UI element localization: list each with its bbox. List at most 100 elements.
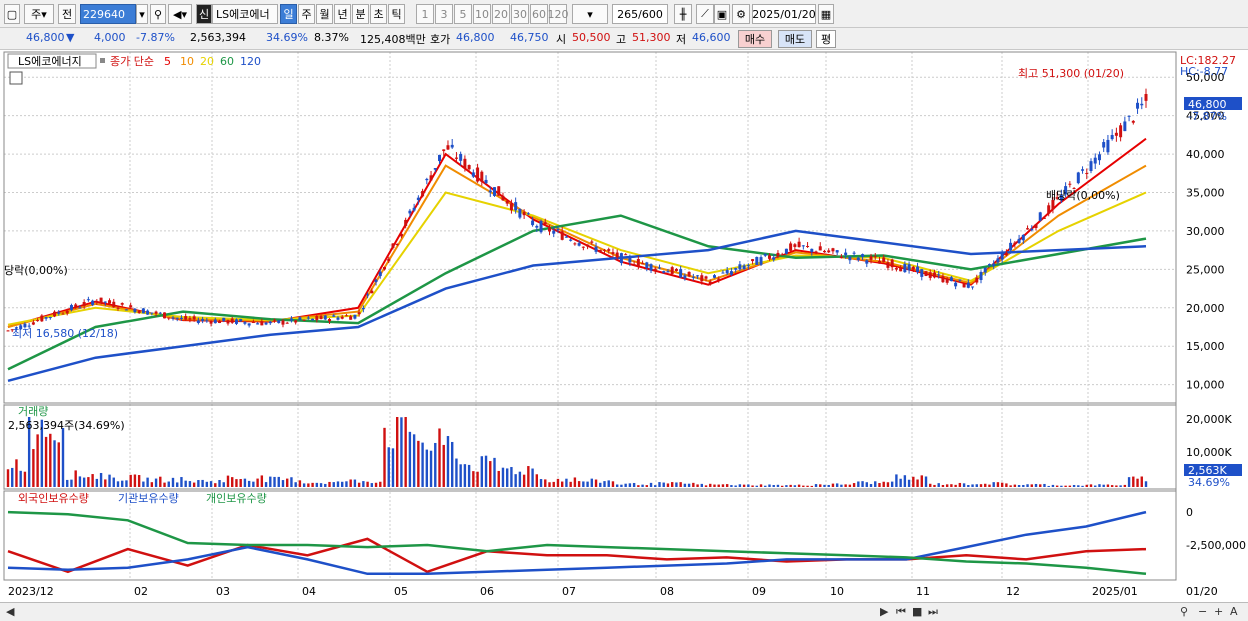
holdings-line-0 — [7, 537, 1147, 574]
period-select[interactable]: 주 ▾ — [24, 4, 54, 24]
zoom-icon[interactable]: ⚲ — [1180, 605, 1188, 618]
scroll-bar[interactable]: ◀ ▶ ⏮ ■ ⏭ ⚲ − + A — [0, 602, 1248, 621]
candle-body — [243, 322, 247, 324]
legend-close-label: 종가 단순 — [110, 55, 154, 68]
volume-bar — [1132, 476, 1135, 487]
minus-icon[interactable]: − — [1198, 605, 1207, 618]
stop-icon[interactable]: ■ — [912, 605, 922, 618]
candle-body — [438, 154, 442, 162]
tab-3[interactable]: 년 — [334, 4, 351, 24]
candle-body — [725, 270, 729, 274]
volume-bar — [916, 479, 919, 487]
window-icon[interactable]: ▢ — [4, 4, 20, 24]
candle-icon[interactable]: ╫ — [674, 4, 692, 24]
eval-button[interactable]: 평 — [816, 30, 836, 48]
candle-body — [827, 250, 831, 253]
tab-1[interactable]: 주 — [298, 4, 315, 24]
tab-4[interactable]: 분 — [352, 4, 369, 24]
gear-icon[interactable]: ⚙ — [732, 4, 750, 24]
x-tick-label: 06 — [480, 585, 494, 598]
volume-bar — [924, 476, 928, 487]
interval-60[interactable]: 60 — [530, 4, 548, 24]
save-icon[interactable]: ▣ — [714, 4, 730, 24]
interval-dropdown[interactable]: ▾ — [572, 4, 608, 24]
volume-bar — [531, 468, 534, 487]
volume-bar — [269, 476, 272, 487]
scroll-left-icon[interactable]: ◀ — [6, 605, 14, 618]
interval-3[interactable]: 3 — [435, 4, 453, 24]
rewind-icon[interactable]: ⏮ — [896, 605, 906, 619]
volume-bar — [730, 485, 733, 487]
low-price: 46,600 — [692, 31, 731, 44]
calendar-icon[interactable]: ▦ — [818, 4, 834, 24]
candle-body — [450, 144, 454, 148]
volume-bar — [277, 476, 280, 487]
volume-bar — [632, 482, 636, 487]
tab-5[interactable]: 초 — [370, 4, 387, 24]
table-icon[interactable] — [9, 71, 23, 85]
draw-line-icon[interactable]: ⟋ — [696, 4, 714, 24]
volume-bar — [721, 484, 725, 487]
scroll-right-icon[interactable]: ▶ — [880, 605, 888, 618]
candle-body — [1144, 94, 1148, 101]
sell-button[interactable]: 매도 — [778, 30, 812, 48]
volume-bar — [941, 484, 945, 487]
stock-chart[interactable]: 10,000 15,000 20,000 25,000 30,000 35,000 40,0… — [0, 50, 1248, 602]
volume-bar — [112, 477, 115, 487]
interval-20[interactable]: 20 — [492, 4, 510, 24]
volume-bar — [874, 481, 877, 487]
tab-2[interactable]: 월 — [316, 4, 333, 24]
volume-bar — [467, 464, 471, 487]
volume-bar — [239, 479, 242, 487]
search-icon[interactable]: ⚲ — [150, 4, 166, 24]
count-field[interactable]: 265/600 — [612, 4, 668, 24]
volume-bar — [958, 482, 962, 487]
holdings-legend-foreign: 외국인보유수량 — [18, 492, 89, 505]
x-tick-label: 12 — [1006, 585, 1020, 598]
volume-bar — [1068, 485, 1072, 487]
tab-6[interactable]: 틱 — [388, 4, 405, 24]
date-field[interactable]: 2025/01/20 — [752, 4, 816, 24]
holdings-axis-neg: -2,500,000 — [1186, 539, 1246, 552]
candle-body — [454, 157, 458, 159]
candle-body — [801, 245, 805, 247]
forward-icon[interactable]: ⏭ — [928, 605, 938, 619]
volume-bar — [463, 464, 467, 487]
volume-bar — [933, 484, 936, 487]
stock-code-input[interactable]: 229640 — [80, 4, 136, 24]
low-label: 저 — [676, 33, 687, 46]
interval-1[interactable]: 1 — [416, 4, 434, 24]
candle-body — [1042, 217, 1046, 219]
volume-bar — [1110, 485, 1114, 487]
candle-body — [916, 266, 920, 272]
candle-body — [772, 257, 776, 260]
candle-body — [57, 312, 61, 314]
volume-bar — [603, 481, 606, 487]
candle-body — [941, 276, 945, 283]
candle-body — [188, 318, 192, 320]
volume-bar — [108, 474, 111, 487]
candle-body — [1106, 139, 1110, 153]
candle-body — [793, 244, 797, 247]
interval-10[interactable]: 10 — [473, 4, 491, 24]
candle-body — [789, 243, 793, 251]
interval-120[interactable]: 120 — [548, 4, 569, 24]
period-select-value: 주 — [31, 8, 42, 21]
buy-button[interactable]: 매수 — [738, 30, 772, 48]
interval-30[interactable]: 30 — [511, 4, 529, 24]
candle-body — [137, 310, 141, 313]
sound-icon[interactable]: ◀▾ — [168, 4, 192, 24]
tab-0[interactable]: 일 — [280, 4, 297, 24]
volume-bar — [421, 442, 424, 487]
volume-bar — [979, 484, 983, 487]
candle-body — [273, 319, 277, 321]
candle-body — [146, 310, 150, 315]
code-dropdown-icon[interactable]: ▾ — [136, 4, 148, 24]
volume-bar — [780, 485, 784, 487]
candle-body — [167, 317, 171, 319]
prev-button[interactable]: 전 — [58, 4, 76, 24]
candle-body — [501, 195, 505, 201]
interval-5[interactable]: 5 — [454, 4, 472, 24]
plus-icon[interactable]: + — [1214, 605, 1223, 618]
font-icon[interactable]: A — [1230, 605, 1238, 618]
